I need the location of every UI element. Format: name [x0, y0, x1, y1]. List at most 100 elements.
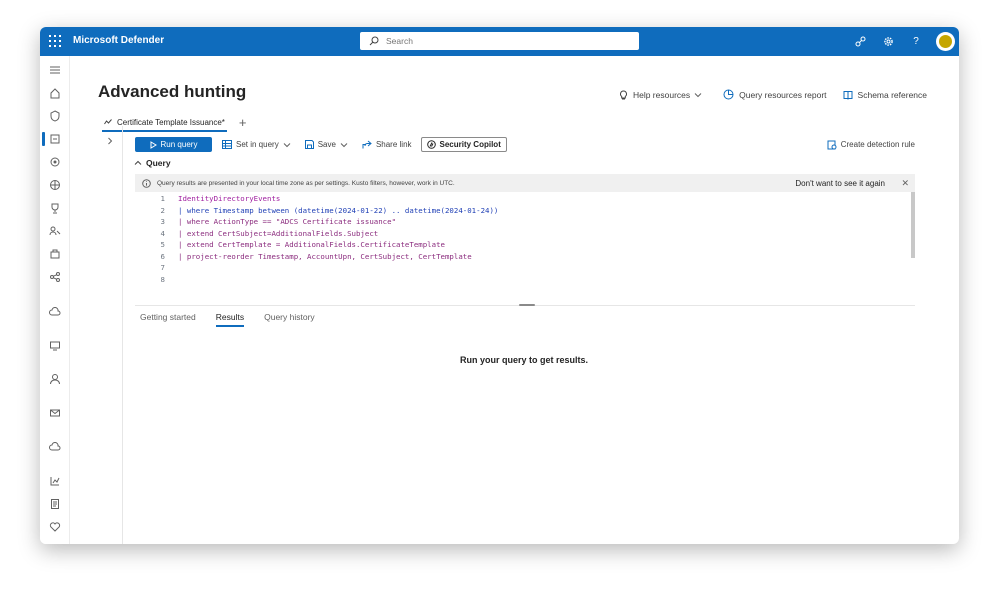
left-nav-rail [40, 56, 70, 544]
shield-icon[interactable] [49, 110, 61, 122]
line-number: 3 [160, 217, 165, 226]
reports-icon[interactable] [49, 475, 61, 487]
code-line: | where ActionType == "ADCS Certificate … [178, 217, 397, 226]
chevron-down-icon [340, 142, 348, 147]
line-number: 6 [160, 251, 165, 261]
help-resources-label: Help resources [632, 89, 691, 100]
security-copilot-button[interactable]: Security Copilot [420, 137, 507, 152]
email-icon[interactable] [49, 407, 61, 419]
threat-intel-icon[interactable] [49, 179, 61, 191]
query-section-header[interactable]: Query [134, 158, 171, 168]
code-line: | where Timestamp between (datetime(2024… [178, 205, 499, 215]
line-number: 8 [160, 274, 165, 284]
code-line: | project-reorder Timestamp, AccountUpn,… [178, 251, 472, 261]
share-icon [362, 140, 372, 149]
create-detection-rule-label: Create detection rule [840, 140, 915, 149]
header-actions: Help resources Query resources report Sc… [603, 89, 927, 100]
query-tab-icon [104, 119, 112, 125]
line-number: 1 [160, 194, 165, 203]
run-query-label: Run query [160, 140, 198, 149]
query-resources-report-label: Query resources report [739, 89, 827, 100]
trophy-icon[interactable] [49, 202, 61, 214]
run-query-button[interactable]: Run query [135, 137, 212, 152]
code-line-active: | extend CertTemplate = AdditionalFields… [178, 240, 445, 249]
query-editor[interactable]: 1 2 3 4 5 6 7 8 IdentityDirectoryEvents … [135, 192, 915, 305]
incidents-icon[interactable] [49, 133, 61, 145]
dismiss-info-button[interactable]: Don't want to see it again [795, 179, 885, 188]
line-number: 5 [160, 240, 165, 249]
save-button[interactable]: Save [304, 140, 352, 149]
editor-scrollbar[interactable] [911, 192, 915, 258]
menu-icon[interactable] [49, 64, 61, 76]
save-label: Save [317, 140, 336, 149]
results-tabs: Getting started Results Query history [140, 312, 335, 327]
play-icon [150, 140, 157, 149]
chevron-down-icon [283, 142, 291, 147]
share-link-label: Share link [375, 140, 412, 149]
tab-getting-started[interactable]: Getting started [140, 312, 196, 327]
chevron-down-icon [694, 92, 702, 97]
set-in-query-label: Set in query [236, 140, 279, 149]
home-icon[interactable] [49, 87, 61, 99]
line-number: 4 [160, 228, 165, 238]
save-icon [304, 140, 314, 149]
tab-label: Certificate Template Issuance* [117, 117, 225, 127]
query-tabs: Certificate Template Issuance* + [102, 115, 247, 132]
copilot-icon [426, 140, 436, 149]
security-copilot-label: Security Copilot [439, 140, 501, 149]
schema-reference-label: Schema reference [857, 89, 927, 100]
query-resources-report-button[interactable]: Query resources report [723, 89, 827, 100]
assets-icon[interactable] [49, 248, 61, 260]
code-line: IdentityDirectoryEvents [178, 194, 281, 203]
cloud-apps-icon[interactable] [49, 306, 61, 318]
app-title[interactable]: Microsoft Defender [73, 35, 164, 46]
close-icon[interactable]: ✕ [901, 178, 909, 189]
query-section-label: Query [146, 158, 171, 168]
line-number: 7 [160, 263, 165, 272]
app-launcher-icon[interactable] [49, 35, 61, 47]
chevron-right-icon[interactable] [106, 137, 114, 145]
tab-results[interactable]: Results [215, 312, 245, 327]
help-icon[interactable]: ? [902, 27, 930, 56]
empty-results-message: Run your query to get results. [460, 355, 589, 365]
resize-handle[interactable] [519, 304, 535, 306]
query-toolbar: Run query Set in query Save Share link S… [135, 137, 915, 152]
tab-query-history[interactable]: Query history [264, 312, 315, 327]
line-number: 2 [160, 205, 165, 215]
app-window: Microsoft Defender ? [40, 27, 959, 544]
exposure-icon[interactable] [49, 271, 61, 283]
set-in-query-button[interactable]: Set in query [222, 140, 295, 149]
cloud-icon[interactable] [49, 441, 61, 453]
health-icon[interactable] [49, 521, 61, 533]
table-icon [222, 140, 232, 149]
report-icon [723, 89, 734, 100]
book-icon [843, 90, 853, 100]
community-icon[interactable] [846, 27, 874, 56]
audit-icon[interactable] [49, 498, 61, 510]
schema-reference-button[interactable]: Schema reference [843, 90, 927, 100]
info-icon [142, 178, 151, 188]
share-link-button[interactable]: Share link [362, 140, 412, 149]
add-tab-icon[interactable]: + [239, 116, 247, 130]
search-box[interactable] [360, 32, 639, 50]
avatar[interactable] [936, 32, 955, 51]
info-text: Query results are presented in your loca… [157, 179, 455, 187]
timezone-info-bar: Query results are presented in your loca… [135, 174, 915, 192]
partners-icon[interactable] [49, 225, 61, 237]
code-line: | extend CertSubject=AdditionalFields.Su… [178, 228, 379, 238]
chevron-up-icon [134, 160, 142, 165]
settings-gear-icon[interactable] [874, 27, 902, 56]
help-resources-button[interactable]: Help resources [619, 90, 707, 100]
endpoints-icon[interactable] [49, 340, 61, 352]
detection-rule-icon [827, 140, 837, 149]
identities-icon[interactable] [49, 373, 61, 385]
active-indicator [42, 132, 45, 146]
top-bar: Microsoft Defender ? [40, 27, 959, 56]
search-icon [369, 36, 379, 46]
search-input[interactable] [384, 35, 628, 47]
lightbulb-icon [619, 89, 627, 99]
schema-panel-collapsed [69, 126, 123, 544]
hunting-icon[interactable] [49, 156, 61, 168]
page-title: Advanced hunting [98, 82, 247, 101]
create-detection-rule-button[interactable]: Create detection rule [827, 140, 915, 150]
